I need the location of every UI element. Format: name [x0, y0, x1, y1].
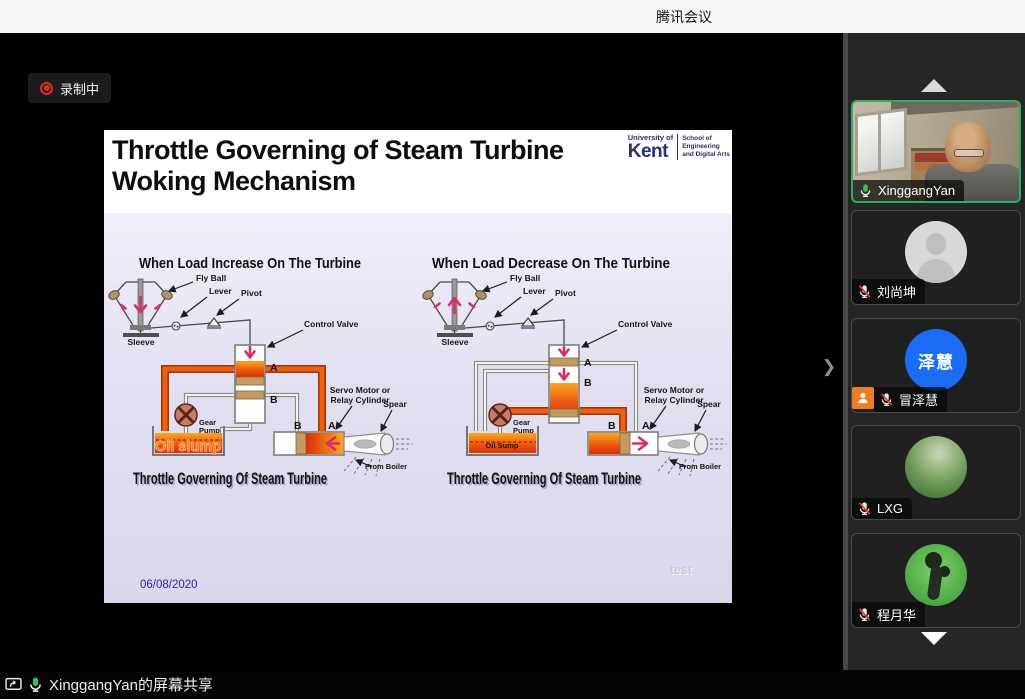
svg-text:B: B: [270, 394, 278, 406]
status-bar: XinggangYan的屏幕共享: [0, 670, 1025, 699]
scroll-down-arrow[interactable]: [921, 632, 947, 645]
participant-name: XinggangYan: [878, 183, 955, 198]
sidebar-collapse-chevron[interactable]: ❯: [820, 354, 838, 380]
svg-text:Control Valve: Control Valve: [304, 319, 359, 329]
svg-text:Relay Cylinder: Relay Cylinder: [330, 395, 390, 405]
slide-title-line1: Throttle Governing of Steam Turbine: [112, 135, 564, 165]
svg-text:Fly Ball: Fly Ball: [196, 273, 226, 283]
tencent-meeting-window: 腾讯会议 录制中 Throttle Governing of Steam Tur…: [0, 0, 1025, 699]
mic-muted-icon: [857, 284, 872, 299]
svg-text:Relay Cylinder: Relay Cylinder: [644, 395, 704, 405]
svg-text:A: A: [328, 420, 336, 432]
svg-text:Oil slump: Oil slump: [155, 439, 221, 455]
svg-text:Fly Ball: Fly Ball: [510, 273, 540, 283]
slide-title-area: Throttle Governing of Steam Turbine Woki…: [104, 130, 732, 213]
mic-muted-icon: [857, 607, 872, 622]
participant-name: 刘尚坤: [877, 282, 916, 301]
slide-watermark: test: [670, 563, 692, 577]
recording-label: 录制中: [60, 79, 99, 98]
video-ceiling-beam: [891, 100, 1021, 116]
name-badge: XinggangYan: [853, 180, 964, 201]
diagrams-row: When Load Increase On The Turbine Sleeve: [104, 245, 732, 497]
mic-on-icon: [27, 676, 44, 693]
svg-text:B: B: [584, 377, 592, 389]
name-badge: 程月华: [852, 602, 925, 627]
avatar-photo: [905, 544, 967, 606]
participant-name: 冒泽慧: [899, 390, 938, 409]
logo-kent: Kent: [628, 142, 668, 161]
logo-school-line2: Engineering: [682, 143, 730, 151]
avatar-placeholder: [905, 221, 967, 283]
svg-text:Sleeve: Sleeve: [442, 337, 469, 347]
slide-date: 06/08/2020: [140, 579, 198, 591]
participant-tile-xinggangyan[interactable]: XinggangYan: [851, 100, 1021, 203]
svg-text:Pivot: Pivot: [241, 288, 262, 298]
name-badge: LXG: [852, 498, 912, 519]
svg-text:A: A: [584, 357, 592, 369]
avatar-photo: [905, 436, 967, 498]
member-badge-icon: [852, 387, 874, 409]
share-status-text: XinggangYan的屏幕共享: [49, 674, 213, 695]
name-badge: 刘尚坤: [852, 279, 925, 304]
logo-school-line1: School of: [682, 135, 730, 143]
participant-name: 程月华: [877, 605, 916, 624]
svg-text:When Load Decrease On The Turb: When Load Decrease On The Turbine: [432, 255, 670, 272]
svg-text:Servo Motor or: Servo Motor or: [644, 385, 705, 395]
sidebar-scrollbar[interactable]: [843, 33, 848, 670]
person-icon: [856, 391, 870, 405]
logo-school-line3: and Digital Arts: [682, 151, 730, 159]
svg-text:When Load Increase On The Turb: When Load Increase On The Turbine: [139, 255, 361, 272]
video-person-head: [945, 122, 991, 172]
slide-title-line2: Woking Mechanism: [112, 166, 356, 196]
svg-text:Control Valve: Control Valve: [618, 319, 673, 329]
svg-text:Pivot: Pivot: [555, 288, 576, 298]
svg-text:A: A: [270, 362, 278, 374]
svg-text:B: B: [608, 420, 616, 432]
svg-text:Spear: Spear: [383, 399, 407, 409]
participant-tile-chengyuehua[interactable]: 程月华: [851, 533, 1021, 628]
svg-text:Throttle Governing Of Steam Tu: Throttle Governing Of Steam Turbine: [447, 470, 641, 488]
svg-text:Oil Sump: Oil Sump: [486, 441, 519, 450]
mic-on-icon: [858, 183, 873, 198]
name-badge: 冒泽慧: [874, 387, 947, 412]
svg-text:Throttle Governing Of Steam Tu: Throttle Governing Of Steam Turbine: [133, 470, 327, 488]
recording-dot-icon: [40, 82, 53, 95]
participant-tile-lxg[interactable]: LXG: [851, 425, 1021, 520]
app-title: 腾讯会议: [656, 7, 712, 27]
diagram-load-decrease: When Load Decrease On The Turbine Sleeve: [418, 245, 732, 497]
svg-text:B: B: [294, 420, 302, 432]
screen-share-icon: [5, 676, 22, 693]
university-of-kent-logo: University of Kent School of Engineering…: [628, 134, 730, 161]
svg-text:A: A: [642, 420, 650, 432]
shared-slide: Throttle Governing of Steam Turbine Woki…: [104, 130, 732, 603]
mic-muted-icon: [857, 501, 872, 516]
slide-title: Throttle Governing of Steam Turbine Woki…: [112, 135, 564, 198]
participant-tile-liushangkun[interactable]: 刘尚坤: [851, 210, 1021, 305]
window-titlebar: 腾讯会议: [0, 0, 1025, 33]
participant-name: LXG: [877, 501, 903, 516]
svg-text:Servo Motor or: Servo Motor or: [330, 385, 391, 395]
diagram-load-increase: When Load Increase On The Turbine Sleeve: [104, 245, 418, 497]
avatar-initials-text: 泽慧: [918, 348, 954, 373]
avatar-initials: 泽慧: [905, 329, 967, 391]
slide-body: When Load Increase On The Turbine Sleeve: [104, 213, 732, 603]
svg-text:Lever: Lever: [523, 286, 546, 296]
svg-text:Spear: Spear: [697, 399, 721, 409]
video-window: [855, 108, 907, 176]
mic-muted-icon: [879, 392, 894, 407]
participant-tile-maozehui[interactable]: 泽慧 冒泽慧: [851, 318, 1021, 413]
recording-indicator[interactable]: 录制中: [28, 73, 111, 103]
participants-sidebar: XinggangYan 刘尚坤 泽慧 冒泽慧: [843, 33, 1025, 670]
video-person-glasses: [954, 149, 984, 157]
svg-text:Sleeve: Sleeve: [128, 337, 155, 347]
logo-divider: [677, 134, 678, 160]
scroll-up-arrow[interactable]: [921, 79, 947, 92]
svg-text:Lever: Lever: [209, 286, 232, 296]
